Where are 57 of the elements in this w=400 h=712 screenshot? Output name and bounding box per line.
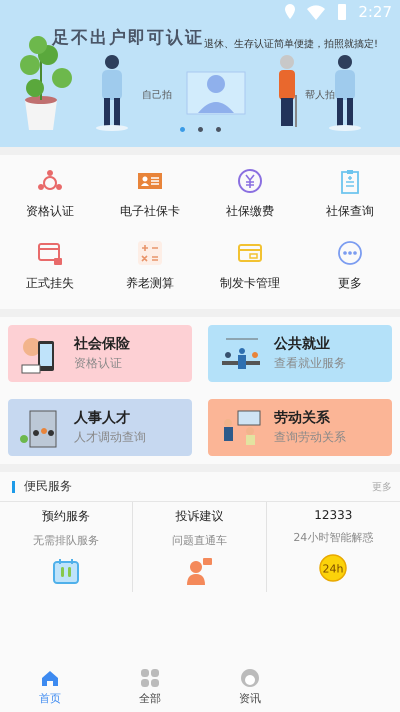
- card-title: 劳动关系: [274, 409, 331, 427]
- carousel-dot[interactable]: [198, 127, 202, 132]
- service-subtitle: 问题直通车: [172, 533, 227, 548]
- card-title: 社会保险: [74, 335, 130, 353]
- banner-tagline: 退休、生存认证简单便捷，拍照就搞定!: [204, 38, 378, 51]
- service-button[interactable]: 电子社保卡: [100, 167, 200, 233]
- service-title: 12333: [314, 508, 352, 522]
- feature-card[interactable]: 公共就业 查看就业服务: [208, 325, 392, 382]
- card-title: 公共就业: [274, 335, 331, 353]
- card-subtitle: 人才调动查询: [74, 429, 146, 446]
- service-label: 社保查询: [326, 203, 374, 220]
- more-icon: [336, 239, 364, 267]
- elderly-person-drawing: [279, 55, 297, 127]
- service-label: 社保缴费: [226, 203, 274, 220]
- service-label: 正式挂失: [26, 275, 74, 292]
- feature-card[interactable]: 社会保险 资格认证: [8, 325, 192, 382]
- banner-headline: 足不出户即可认证: [52, 27, 204, 49]
- service-button[interactable]: 养老测算: [100, 239, 200, 305]
- service-button[interactable]: 社保缴费: [200, 167, 300, 233]
- card-subtitle: 资格认证: [74, 355, 123, 372]
- banner-label: 自己拍: [142, 88, 172, 102]
- service-subtitle: 无需排队服务: [33, 533, 100, 548]
- nav-tab[interactable]: 全部: [100, 662, 200, 712]
- service-button[interactable]: 社保查询: [300, 167, 400, 233]
- service-button[interactable]: 制发卡管理: [200, 239, 300, 305]
- service-title: 投诉建议: [175, 508, 224, 525]
- service-button[interactable]: 资格认证: [0, 167, 100, 233]
- carousel-dot[interactable]: [180, 127, 184, 132]
- service-subtitle: 24小时智能解惑: [293, 530, 374, 545]
- accent-bar: [12, 480, 15, 492]
- service-label: 养老测算: [126, 275, 174, 292]
- service-button[interactable]: 正式挂失: [0, 239, 100, 305]
- avatar-icon: [240, 668, 260, 688]
- status-time: 2:27: [358, 3, 392, 21]
- card-subtitle: 查看就业服务: [274, 355, 346, 372]
- person-speech-icon: [184, 556, 214, 586]
- card-title: 人事人才: [74, 409, 131, 427]
- yen-coin-icon: [236, 167, 264, 195]
- carousel-dot[interactable]: [216, 127, 220, 132]
- grid-icon: [140, 668, 160, 688]
- service-title: 预约服务: [42, 508, 90, 525]
- card-subtitle: 查询劳动关系: [274, 429, 346, 446]
- feature-card[interactable]: 人事人才 人才调动查询: [8, 399, 192, 456]
- calendar-icon: [51, 556, 82, 586]
- service-label: 制发卡管理: [220, 275, 280, 292]
- feature-card[interactable]: 劳动关系 查询劳动关系: [208, 399, 392, 456]
- portrait-frame-drawing: [186, 72, 246, 114]
- section-title: 便民服务: [24, 478, 73, 495]
- service-button[interactable]: 更多: [300, 239, 400, 305]
- home-icon: [40, 668, 60, 688]
- banner-label: 帮人拍: [305, 88, 335, 102]
- clock-badge-icon: 24h: [318, 553, 348, 583]
- service-label: 资格认证: [26, 203, 74, 220]
- service-label: 更多: [338, 275, 362, 292]
- service-label: 电子社保卡: [120, 203, 180, 220]
- calculator-icon: [136, 239, 164, 267]
- nav-tab[interactable]: 资讯: [200, 662, 300, 712]
